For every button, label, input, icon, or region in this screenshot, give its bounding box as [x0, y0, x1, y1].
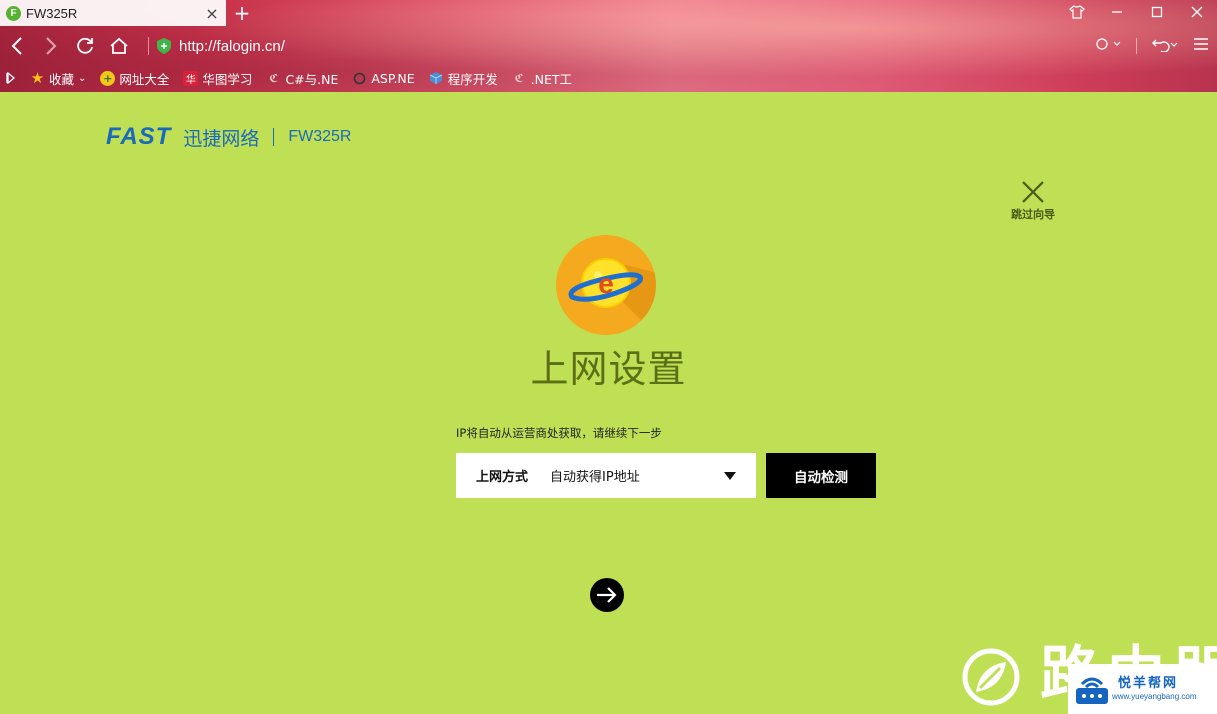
- watermark-wifi-icon: [1076, 677, 1108, 704]
- menu-icon[interactable]: [1193, 37, 1209, 55]
- skip-wizard-label: 跳过向导: [1011, 208, 1055, 221]
- browser-chrome: F FW325R × + http://falogin.cn/ ★ 收藏 ⌄ +…: [0, 0, 1217, 92]
- window-controls: [1057, 0, 1217, 24]
- back-icon[interactable]: [0, 29, 34, 63]
- connection-type-select[interactable]: 上网方式 自动获得IP地址: [456, 453, 756, 498]
- new-tab-icon[interactable]: +: [232, 1, 252, 25]
- router-model: FW325R: [288, 128, 352, 145]
- brand-logo: FAST 迅捷网络 FW325R: [106, 123, 351, 151]
- connection-hint: IP将自动从运营商处获取，请继续下一步: [456, 426, 662, 440]
- page-title: 上网设置: [530, 347, 687, 391]
- bookmarks-bar: ★ 收藏 ⌄ + 网址大全 华 华图学习 ℭ C#与.NE ASP.NE 程序开…: [0, 65, 1217, 91]
- bookmark-label: 程序开发: [447, 71, 498, 87]
- browser-tab[interactable]: F FW325R ×: [0, 0, 226, 26]
- bookmark-label: C#与.NE: [285, 71, 339, 87]
- bookmark-csharp[interactable]: ℭ C#与.NE: [266, 69, 338, 88]
- fast-favicon-icon: F: [6, 5, 21, 21]
- svg-text:e: e: [598, 268, 614, 299]
- bookmark-label: 华图学习: [202, 71, 253, 87]
- sidebar-toggle-icon[interactable]: [6, 72, 16, 84]
- skip-wizard-button[interactable]: 跳过向导: [1006, 180, 1060, 222]
- dropdown-arrow-icon[interactable]: [724, 471, 736, 480]
- tab-bar: F FW325R × +: [0, 0, 1217, 26]
- bookmark-aspnet[interactable]: ASP.NE: [352, 70, 415, 86]
- security-shield-icon: [157, 38, 171, 54]
- csdn-icon: ℭ: [269, 71, 279, 85]
- nav-divider-right: [1136, 38, 1137, 54]
- watermark-badge: 悦羊帮网 www.yueyangbang.com: [1068, 664, 1217, 714]
- bookmark-url-directory[interactable]: + 网址大全: [100, 69, 169, 88]
- refresh-icon[interactable]: [68, 29, 102, 63]
- star-icon: ★: [30, 69, 45, 87]
- router-setup-page: FAST 迅捷网络 FW325R 跳过向导 e 上网设置 IP将自动从运营商处获…: [0, 92, 1217, 714]
- home-icon[interactable]: [102, 29, 136, 63]
- bookmark-label: 收藏: [49, 71, 75, 87]
- csdn-icon: ℭ: [514, 71, 524, 85]
- maximize-icon[interactable]: [1137, 0, 1177, 24]
- arrow-right-icon: [597, 587, 617, 603]
- bookmark-dotnet-tools[interactable]: ℭ .NET工: [512, 69, 572, 88]
- chevron-down-icon: ⌄: [78, 72, 87, 84]
- next-step-button[interactable]: [590, 578, 624, 612]
- brand-name-cn: 迅捷网络: [183, 127, 260, 150]
- close-icon: [1022, 181, 1044, 203]
- brand-name: FAST: [106, 123, 172, 150]
- internet-globe-icon: e: [556, 235, 656, 335]
- logo-divider: [273, 128, 275, 146]
- connection-type-value: 自动获得IP地址: [550, 470, 640, 485]
- connection-type-label: 上网方式: [476, 470, 529, 485]
- minimize-icon[interactable]: [1097, 0, 1137, 24]
- aspnet-icon: [352, 71, 367, 86]
- watermark-site-url: www.yueyangbang.com: [1112, 692, 1197, 701]
- ie-mode-icon[interactable]: [1096, 37, 1122, 55]
- auto-detect-button[interactable]: 自动检测: [766, 453, 876, 498]
- bookmark-program-dev[interactable]: 程序开发: [429, 69, 498, 88]
- tab-title: FW325R: [26, 5, 78, 21]
- bookmark-label: 网址大全: [119, 71, 170, 87]
- tab-close-icon[interactable]: ×: [204, 4, 220, 23]
- bookmark-favorites[interactable]: ★ 收藏 ⌄: [30, 69, 87, 88]
- skin-icon[interactable]: [1057, 0, 1097, 24]
- nav-divider: [148, 37, 149, 55]
- undo-icon[interactable]: [1151, 36, 1179, 56]
- bookmark-huatu[interactable]: 华 华图学习: [183, 69, 252, 88]
- watermark-site-name: 悦羊帮网: [1118, 676, 1179, 691]
- bookmark-label: ASP.NE: [371, 70, 415, 86]
- close-window-icon[interactable]: [1177, 0, 1217, 24]
- huatu-icon: 华: [183, 70, 199, 86]
- watermark-leaf-icon: [962, 648, 1020, 706]
- address-bar[interactable]: http://falogin.cn/: [179, 38, 285, 55]
- plus-circle-icon: +: [100, 70, 116, 86]
- nav-right-tools: [1096, 28, 1209, 64]
- cube-icon: [429, 71, 444, 86]
- navigation-bar: http://falogin.cn/: [0, 28, 1217, 64]
- forward-icon[interactable]: [34, 29, 68, 63]
- bookmark-label: .NET工: [530, 71, 573, 87]
